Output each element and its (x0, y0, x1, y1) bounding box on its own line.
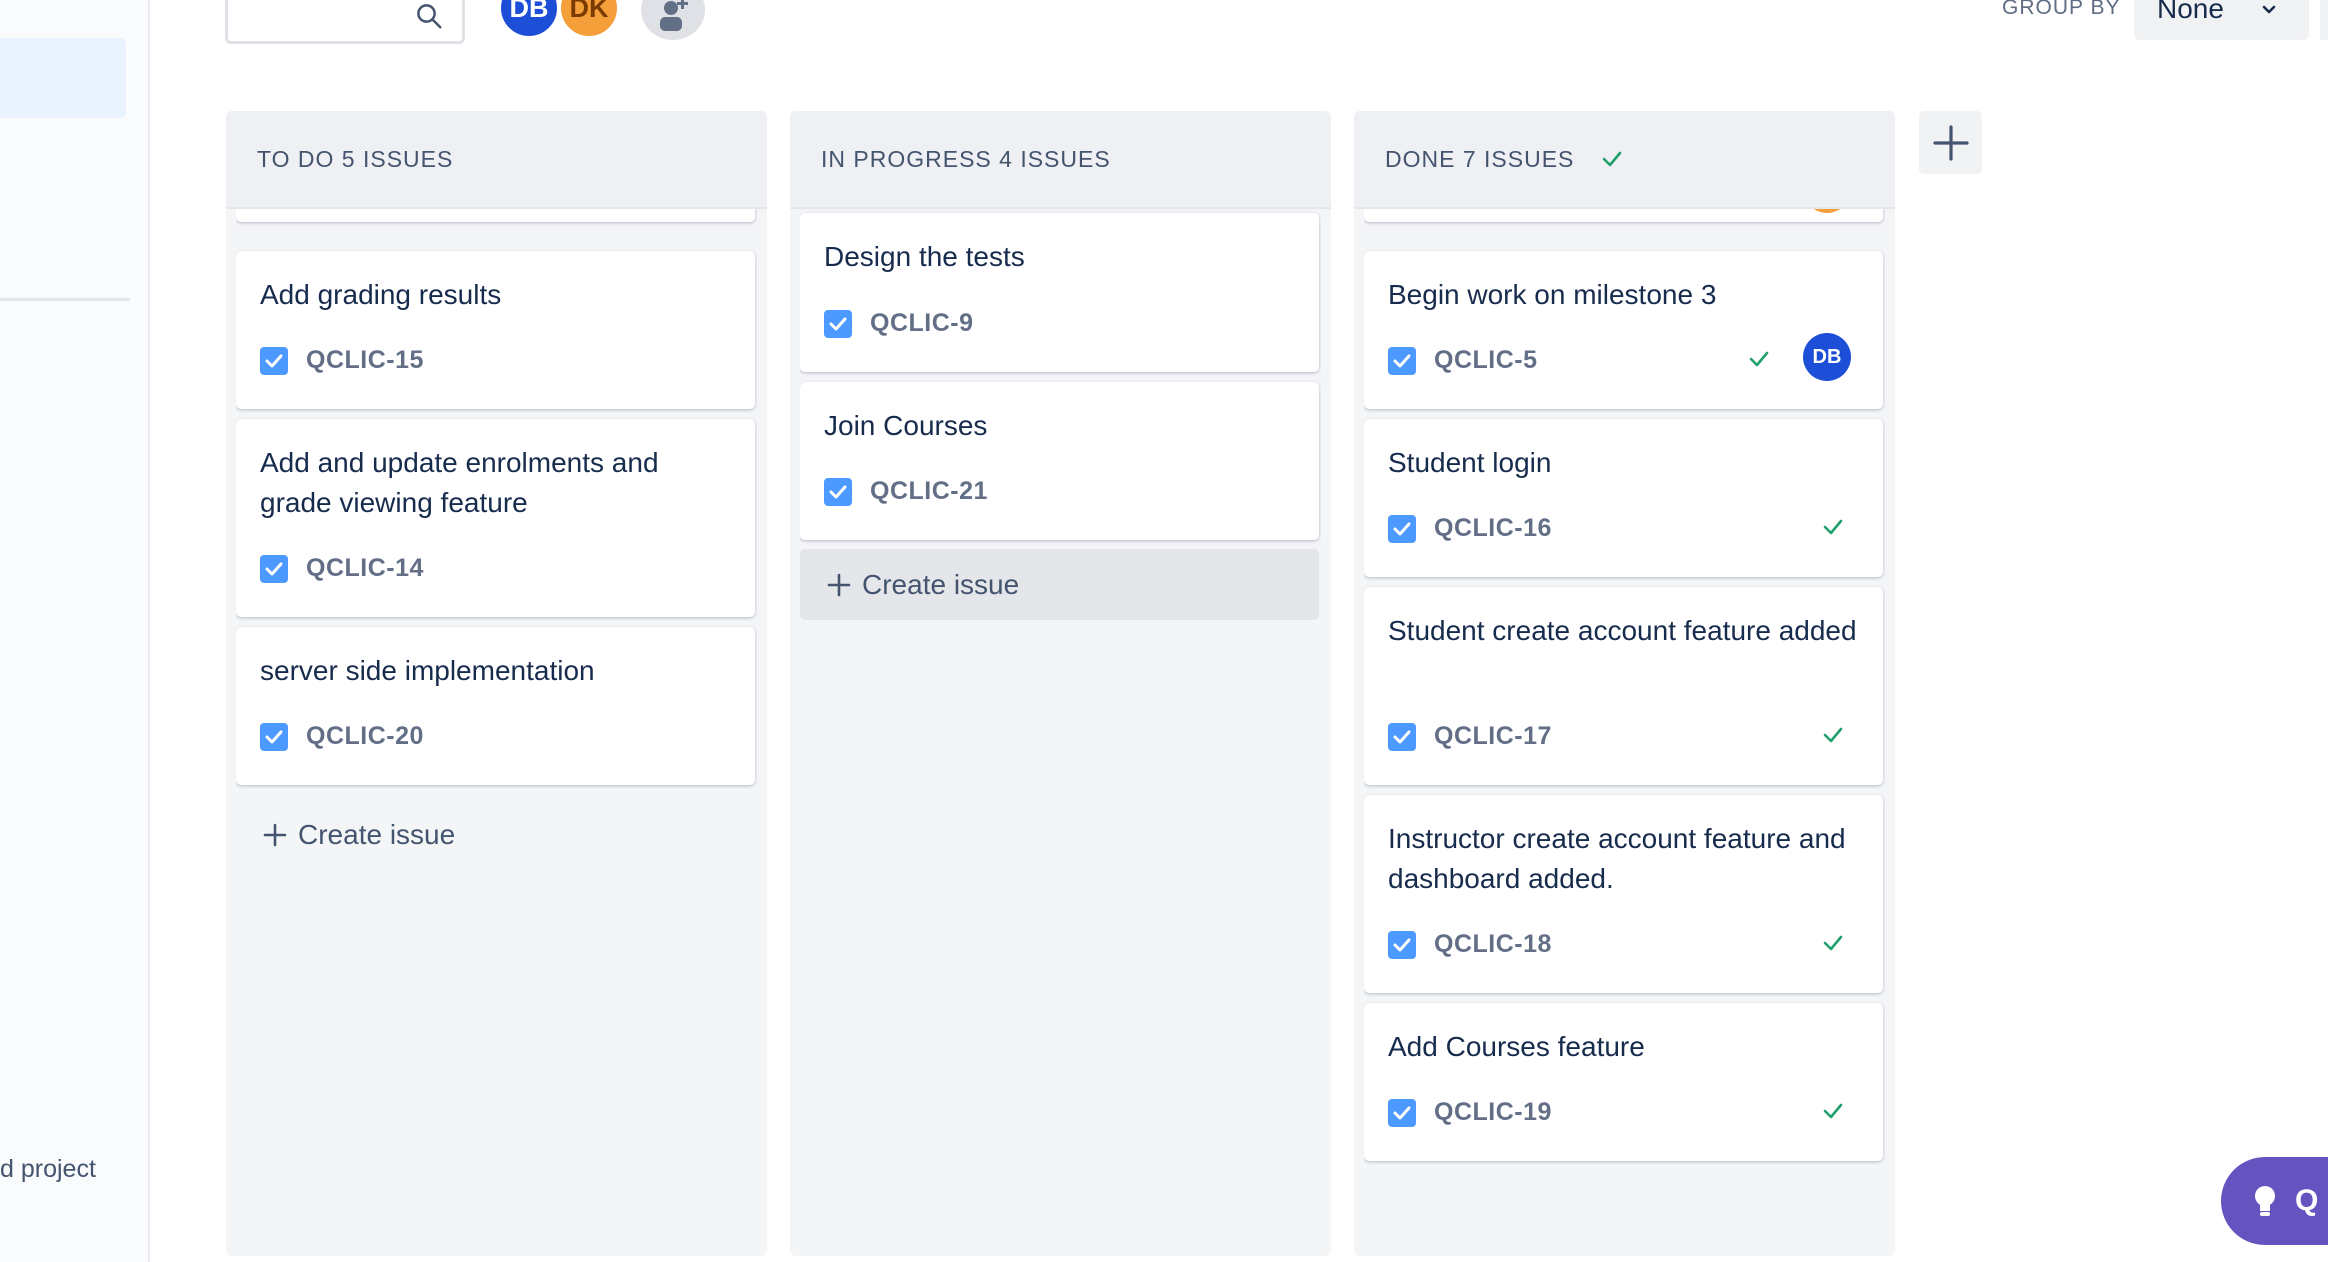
issue-key[interactable]: QCLIC-5 (1434, 346, 1538, 375)
issue-key[interactable]: QCLIC-18 (1434, 930, 1552, 959)
column-body: Design the tests QCLIC-9 Join Courses QC… (800, 209, 1321, 1256)
issue-title: Join Courses (824, 410, 988, 441)
issue-key[interactable]: QCLIC-20 (306, 722, 424, 751)
column-header: TO DO 5 ISSUES (226, 111, 767, 209)
issue-card[interactable]: Instructor create account feature and da… (1364, 795, 1883, 993)
issue-meta: QCLIC-19 (1388, 1098, 1552, 1127)
create-issue-button[interactable]: Create issue (800, 549, 1319, 620)
create-issue-button[interactable]: Create issue (236, 799, 755, 870)
issue-key[interactable]: QCLIC-19 (1434, 1098, 1552, 1127)
create-issue-label: Create issue (298, 818, 456, 850)
issue-title: Add grading results (260, 279, 502, 310)
issue-card[interactable]: Begin work on milestone 3 QCLIC-5 DB (1364, 251, 1883, 409)
task-checkbox-icon (824, 309, 852, 338)
avatar-db[interactable]: DB (497, 0, 561, 40)
issue-key[interactable]: QCLIC-14 (306, 554, 424, 583)
issue-meta: QCLIC-20 (260, 722, 424, 751)
task-checkbox-icon (260, 722, 288, 751)
add-person-icon (660, 0, 688, 31)
task-checkbox-icon (1388, 1098, 1416, 1127)
issue-key[interactable]: QCLIC-9 (870, 309, 974, 338)
issue-title: Add Courses feature (1388, 1031, 1645, 1062)
plus-icon (827, 573, 851, 596)
column-in-progress: IN PROGRESS 4 ISSUES Design the tests QC… (790, 111, 1331, 1256)
task-checkbox-icon (260, 346, 288, 375)
issue-card[interactable]: Add and update enrolments and grade view… (236, 419, 755, 617)
column-title: DONE 7 ISSUES (1385, 145, 1575, 172)
issue-card[interactable]: server side implementation QCLIC-20 (236, 627, 755, 785)
group-by-dropdown[interactable]: None (2134, 0, 2309, 40)
issue-meta: QCLIC-9 (824, 309, 974, 338)
issue-title: Instructor create account feature and da… (1388, 823, 1846, 894)
task-checkbox-icon (824, 477, 852, 506)
column-header: DONE 7 ISSUES (1354, 111, 1895, 209)
issue-meta: QCLIC-17 (1388, 722, 1552, 751)
sidebar: d project (0, 0, 150, 1262)
issue-card[interactable]: Join Courses QCLIC-21 (800, 382, 1319, 540)
sidebar-active-item[interactable] (0, 38, 126, 118)
sidebar-project-link[interactable]: d project (0, 1155, 96, 1184)
column-body: Begin work on milestone 3 QCLIC-5 DB Stu… (1364, 209, 1885, 1256)
feedback-button[interactable]: Q (2221, 1157, 2328, 1245)
issue-card-partial[interactable] (1364, 209, 1883, 222)
issue-meta: QCLIC-14 (260, 554, 424, 583)
search-icon (417, 4, 442, 29)
add-column-button[interactable] (1919, 111, 1982, 174)
column-header: IN PROGRESS 4 ISSUES (790, 111, 1331, 209)
group-by-value: None (2157, 0, 2224, 24)
issue-meta: QCLIC-5 (1388, 346, 1538, 375)
issue-key[interactable]: QCLIC-15 (306, 346, 424, 375)
issue-key[interactable]: QCLIC-17 (1434, 722, 1552, 751)
check-icon (1603, 151, 1622, 167)
task-checkbox-icon (260, 554, 288, 583)
issue-meta: QCLIC-15 (260, 346, 424, 375)
issue-meta: QCLIC-16 (1388, 514, 1552, 543)
assignee-avatar[interactable]: DB (1803, 333, 1851, 381)
issue-card[interactable]: Student create account feature added QCL… (1364, 587, 1883, 785)
column-title: IN PROGRESS 4 ISSUES (821, 145, 1111, 172)
task-checkbox-icon (1388, 722, 1416, 751)
issue-meta: QCLIC-18 (1388, 930, 1552, 959)
task-checkbox-icon (1388, 346, 1416, 375)
issue-card-partial[interactable] (236, 209, 755, 222)
issue-card[interactable]: Student login QCLIC-16 (1364, 419, 1883, 577)
create-issue-label: Create issue (862, 568, 1020, 600)
issue-title: Student login (1388, 447, 1552, 478)
toolbar-edge-button[interactable] (2320, 0, 2328, 40)
column-todo: TO DO 5 ISSUES Add grading results QCLIC… (226, 111, 767, 1256)
group-by-label: GROUP BY (2002, 0, 2121, 19)
done-check-icon (1823, 1103, 1843, 1119)
avatar (1803, 209, 1851, 213)
done-check-icon (1823, 519, 1843, 535)
column-title: TO DO 5 ISSUES (257, 145, 454, 172)
plus-icon (1932, 124, 1969, 161)
issue-card[interactable]: Design the tests QCLIC-9 (800, 213, 1319, 372)
plus-icon (263, 823, 287, 846)
issue-title: Design the tests (824, 241, 1025, 272)
issue-key[interactable]: QCLIC-21 (870, 477, 988, 506)
add-people-button[interactable] (641, 0, 705, 40)
column-body: Add grading results QCLIC-15 Add and upd… (236, 209, 757, 1256)
done-check-icon (1823, 935, 1843, 951)
issue-title: Student create account feature added (1388, 615, 1857, 646)
issue-title: server side implementation (260, 655, 595, 686)
task-checkbox-icon (1388, 514, 1416, 543)
column-done: DONE 7 ISSUES Begin work on milestone 3 … (1354, 111, 1895, 1256)
done-check-icon (1749, 351, 1769, 367)
done-check-icon (1823, 727, 1843, 743)
issue-title: Begin work on milestone 3 (1388, 279, 1717, 310)
avatar-dk[interactable]: DK (557, 0, 621, 40)
issue-title: Add and update enrolments and grade view… (260, 447, 659, 518)
issue-card[interactable]: Add grading results QCLIC-15 (236, 251, 755, 409)
feedback-label: Q (2295, 1184, 2319, 1217)
lightbulb-icon (2255, 1186, 2275, 1216)
search-input[interactable] (225, 0, 465, 44)
chevron-down-icon (2262, 5, 2276, 14)
issue-key[interactable]: QCLIC-16 (1434, 514, 1552, 543)
task-checkbox-icon (1388, 930, 1416, 959)
issue-card[interactable]: Add Courses feature QCLIC-19 (1364, 1003, 1883, 1161)
issue-meta: QCLIC-21 (824, 477, 988, 506)
sidebar-divider (0, 298, 130, 301)
